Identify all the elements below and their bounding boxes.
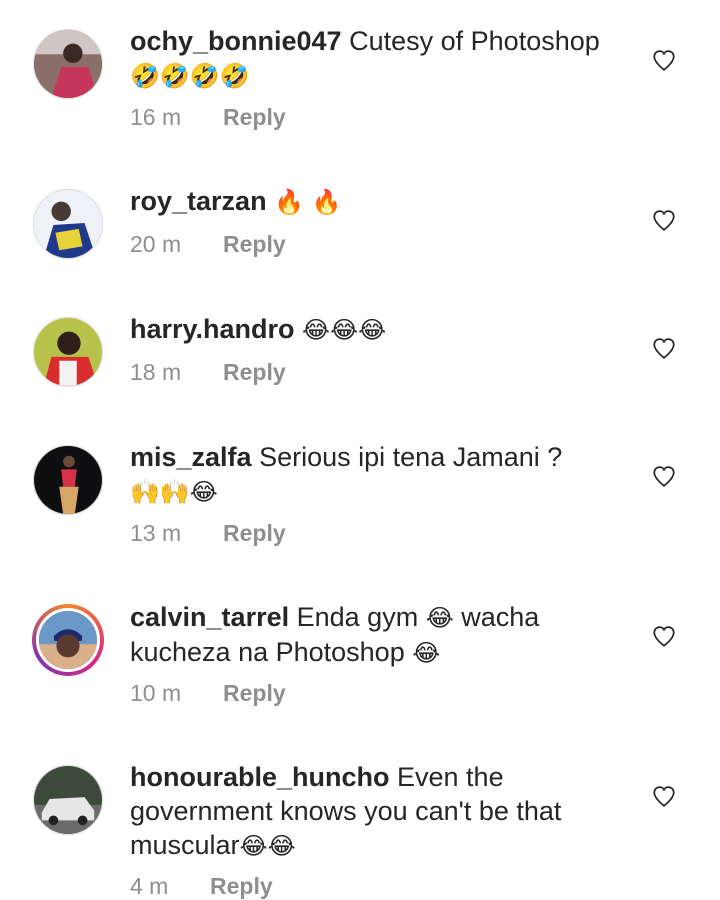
heart-icon[interactable]: [651, 783, 677, 809]
reply-button[interactable]: Reply: [223, 231, 286, 258]
comment-text: Serious ipi tena Jamani ?: [259, 442, 563, 472]
avatar-image: [36, 608, 100, 672]
heart-icon[interactable]: [651, 623, 677, 649]
comment-username[interactable]: calvin_tarrel: [130, 602, 289, 632]
avatar-story-ring[interactable]: [32, 604, 104, 676]
avatar[interactable]: [32, 764, 104, 836]
comment-meta: 20 m Reply: [130, 231, 286, 258]
comment-body: harry.handro 😂😂😂: [130, 312, 610, 347]
heart-icon[interactable]: [651, 47, 677, 73]
avatar-image: [33, 317, 103, 387]
comment-username[interactable]: mis_zalfa: [130, 442, 252, 472]
avatar-image: [33, 189, 103, 259]
comment-time: 20 m: [130, 231, 182, 257]
comment-emoji: 😂: [425, 604, 454, 632]
avatar[interactable]: [32, 316, 104, 388]
comment-body: calvin_tarrel Enda gym 😂 wacha kucheza n…: [130, 600, 610, 670]
comment-username[interactable]: honourable_huncho: [130, 762, 390, 792]
comment-meta: 16 m Reply: [130, 104, 286, 131]
reply-button[interactable]: Reply: [223, 104, 286, 131]
reply-button[interactable]: Reply: [223, 359, 286, 386]
reply-button[interactable]: Reply: [223, 680, 286, 707]
avatar-image: [33, 765, 103, 835]
comment-time: 4 m: [130, 873, 169, 899]
comment-list: ochy_bonnie047 Cutesy of Photoshop 🤣🤣🤣🤣 …: [0, 0, 720, 899]
comment-body: honourable_huncho Even the government kn…: [130, 760, 610, 863]
comment-text: Enda gym: [296, 602, 419, 632]
reply-button[interactable]: Reply: [223, 520, 286, 547]
comment-emoji: 🙌🙌😂: [130, 478, 218, 506]
avatar[interactable]: [32, 188, 104, 260]
comment-text: Cutesy of Photoshop: [349, 26, 600, 56]
avatar[interactable]: [32, 28, 104, 100]
heart-icon[interactable]: [651, 463, 677, 489]
comment-time: 10 m: [130, 680, 182, 706]
comment-body: ochy_bonnie047 Cutesy of Photoshop 🤣🤣🤣🤣: [130, 24, 610, 93]
comment-username[interactable]: roy_tarzan: [130, 186, 267, 216]
comment-body: mis_zalfa Serious ipi tena Jamani ? 🙌🙌😂: [130, 440, 610, 509]
comment-body: roy_tarzan 🔥 🔥: [130, 184, 610, 219]
avatar-image: [33, 445, 103, 515]
comment-emoji: 😂😂😂: [302, 316, 387, 344]
comment-meta: 10 m Reply: [130, 680, 286, 707]
avatar[interactable]: [32, 444, 104, 516]
comment-meta: 13 m Reply: [130, 520, 286, 547]
comment-emoji: 😂: [412, 639, 441, 667]
comment-time: 13 m: [130, 520, 182, 546]
avatar-image: [33, 29, 103, 99]
comment-emoji: 🤣🤣🤣🤣: [130, 62, 250, 90]
comment-username[interactable]: ochy_bonnie047: [130, 26, 342, 56]
comment-emoji: 🔥 🔥: [274, 188, 342, 216]
heart-icon[interactable]: [651, 207, 677, 233]
comment-meta: 18 m Reply: [130, 359, 286, 386]
heart-icon[interactable]: [651, 335, 677, 361]
comment-username[interactable]: harry.handro: [130, 314, 295, 344]
comment-time: 18 m: [130, 359, 182, 385]
comment-time: 16 m: [130, 104, 182, 130]
comment-emoji: 😂😂: [239, 832, 296, 860]
